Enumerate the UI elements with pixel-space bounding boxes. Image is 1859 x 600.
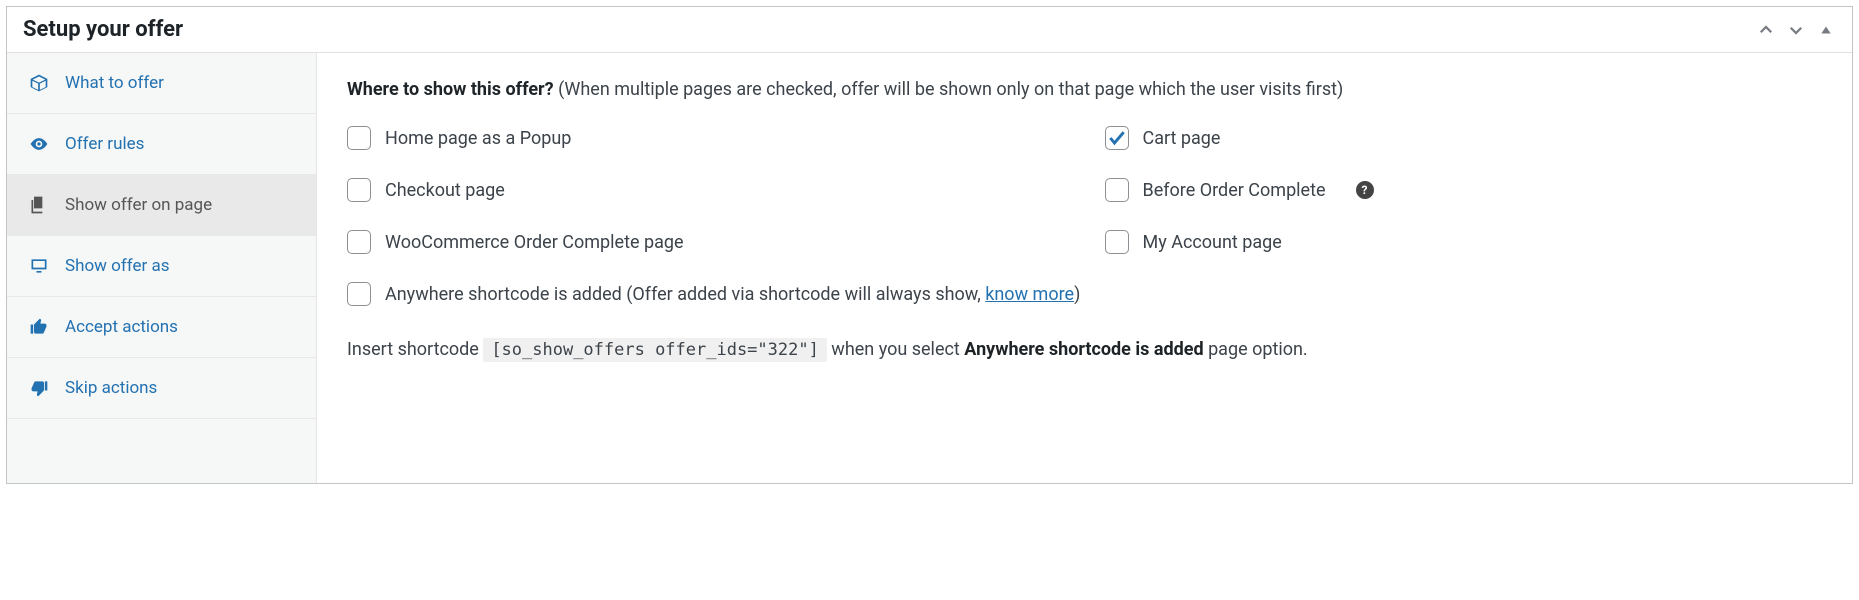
sidebar-item-label: Accept actions — [65, 317, 178, 337]
move-down-icon[interactable] — [1786, 20, 1806, 40]
move-up-icon[interactable] — [1756, 20, 1776, 40]
content-area: Where to show this offer? (When multiple… — [317, 53, 1852, 483]
shortcode-code: [so_show_offers offer_ids="322"] — [483, 338, 827, 362]
checkbox-anywhere-shortcode[interactable] — [347, 282, 371, 306]
sidebar-item-label: What to offer — [65, 73, 164, 93]
checkbox-woo-order-complete[interactable] — [347, 230, 371, 254]
option-before-order-complete[interactable]: Before Order Complete ? — [1105, 178, 1823, 202]
eye-icon — [29, 134, 49, 154]
shortcode-mid: when you select — [831, 339, 964, 360]
options-grid: Home page as a Popup Cart page Checkout … — [347, 126, 1822, 306]
toggle-collapse-icon[interactable] — [1816, 20, 1836, 40]
option-label: Before Order Complete — [1143, 180, 1326, 201]
help-icon[interactable]: ? — [1356, 181, 1374, 199]
option-label-pre: Anywhere shortcode is added (Offer added… — [385, 284, 985, 305]
setup-offer-panel: Setup your offer What to offer — [6, 6, 1853, 484]
panel-body: What to offer Offer rules Show offer on … — [7, 53, 1852, 483]
shortcode-post: page option. — [1208, 339, 1308, 360]
sidebar-item-label: Offer rules — [65, 134, 144, 154]
option-label: Cart page — [1143, 128, 1221, 149]
box-icon — [29, 73, 49, 93]
sidebar: What to offer Offer rules Show offer on … — [7, 53, 317, 483]
thumbs-down-icon — [29, 378, 49, 398]
sidebar-item-offer-rules[interactable]: Offer rules — [7, 114, 316, 175]
panel-header: Setup your offer — [7, 7, 1852, 53]
know-more-link[interactable]: know more — [985, 284, 1074, 305]
option-woo-order-complete[interactable]: WooCommerce Order Complete page — [347, 230, 1065, 254]
panel-controls — [1756, 20, 1836, 40]
option-checkout-page[interactable]: Checkout page — [347, 178, 1065, 202]
checkbox-cart-page[interactable] — [1105, 126, 1129, 150]
heading-subtext: (When multiple pages are checked, offer … — [558, 79, 1343, 100]
heading-bold: Where to show this offer? — [347, 79, 554, 100]
option-label: WooCommerce Order Complete page — [385, 232, 684, 253]
option-anywhere-shortcode[interactable]: Anywhere shortcode is added (Offer added… — [347, 282, 1822, 306]
section-heading: Where to show this offer? (When multiple… — [347, 79, 1822, 100]
option-label: Home page as a Popup — [385, 128, 571, 149]
option-label: My Account page — [1143, 232, 1282, 253]
checkbox-home-popup[interactable] — [347, 126, 371, 150]
option-home-popup[interactable]: Home page as a Popup — [347, 126, 1065, 150]
option-my-account-page[interactable]: My Account page — [1105, 230, 1823, 254]
sidebar-item-show-offer-as[interactable]: Show offer as — [7, 236, 316, 297]
option-label-post: ) — [1074, 284, 1080, 305]
option-label-group: Anywhere shortcode is added (Offer added… — [385, 284, 1080, 305]
panel-title: Setup your offer — [23, 17, 183, 42]
shortcode-strong: Anywhere shortcode is added — [964, 339, 1203, 360]
sidebar-item-show-on-page[interactable]: Show offer on page — [7, 175, 316, 236]
checkbox-before-order-complete[interactable] — [1105, 178, 1129, 202]
sidebar-item-label: Show offer as — [65, 256, 169, 276]
sidebar-item-skip-actions[interactable]: Skip actions — [7, 358, 316, 419]
sidebar-item-what-to-offer[interactable]: What to offer — [7, 53, 316, 114]
sidebar-item-accept-actions[interactable]: Accept actions — [7, 297, 316, 358]
shortcode-pre: Insert shortcode — [347, 339, 483, 360]
checkbox-my-account-page[interactable] — [1105, 230, 1129, 254]
sidebar-item-label: Show offer on page — [65, 195, 212, 215]
shortcode-instruction: Insert shortcode [so_show_offers offer_i… — [347, 334, 1822, 366]
pages-icon — [29, 195, 49, 215]
thumbs-up-icon — [29, 317, 49, 337]
monitor-icon — [29, 256, 49, 276]
sidebar-item-label: Skip actions — [65, 378, 157, 398]
checkbox-checkout-page[interactable] — [347, 178, 371, 202]
option-label: Checkout page — [385, 180, 505, 201]
option-cart-page[interactable]: Cart page — [1105, 126, 1823, 150]
